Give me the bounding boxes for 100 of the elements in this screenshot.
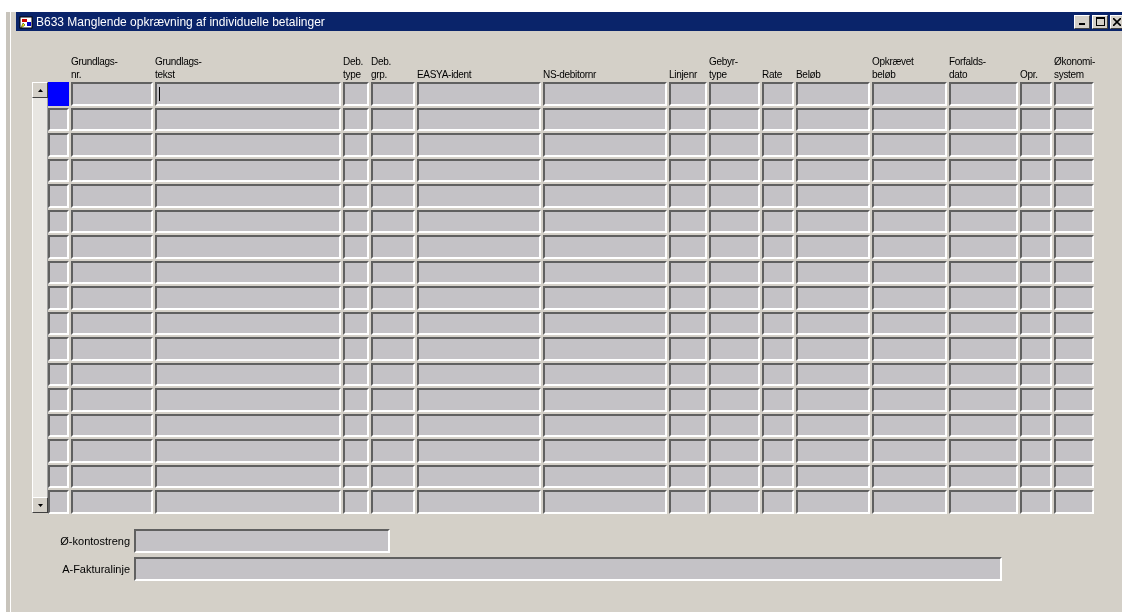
table-cell[interactable] <box>155 439 341 463</box>
table-cell[interactable] <box>796 82 870 106</box>
table-cell[interactable] <box>543 337 667 361</box>
table-cell[interactable] <box>543 133 667 157</box>
table-cell[interactable] <box>872 82 947 106</box>
scroll-up-button[interactable] <box>32 82 48 98</box>
record-indicator[interactable] <box>48 464 69 488</box>
table-cell[interactable] <box>543 235 667 259</box>
table-cell[interactable] <box>417 184 541 208</box>
table-cell[interactable] <box>872 209 947 233</box>
table-cell[interactable] <box>417 362 541 386</box>
table-cell[interactable] <box>1020 464 1052 488</box>
table-cell[interactable] <box>669 464 707 488</box>
maximize-button[interactable] <box>1092 14 1108 29</box>
table-cell[interactable] <box>949 209 1018 233</box>
table-cell[interactable] <box>669 362 707 386</box>
table-cell[interactable] <box>709 184 760 208</box>
table-cell[interactable] <box>669 184 707 208</box>
table-cell[interactable] <box>709 260 760 284</box>
table-cell[interactable] <box>71 82 153 106</box>
table-cell[interactable] <box>371 362 415 386</box>
table-cell[interactable] <box>669 286 707 310</box>
table-cell[interactable] <box>1020 235 1052 259</box>
table-cell[interactable] <box>1054 337 1094 361</box>
table-cell[interactable] <box>343 388 369 412</box>
table-cell[interactable] <box>709 158 760 182</box>
table-cell[interactable] <box>155 490 341 514</box>
table-cell[interactable] <box>71 439 153 463</box>
table-cell[interactable] <box>762 209 794 233</box>
table-cell[interactable] <box>949 107 1018 131</box>
table-cell[interactable] <box>543 184 667 208</box>
table-cell[interactable] <box>796 133 870 157</box>
table-cell[interactable] <box>949 286 1018 310</box>
table-cell[interactable] <box>1020 260 1052 284</box>
table-cell[interactable] <box>155 82 341 106</box>
record-indicator[interactable] <box>48 209 69 233</box>
table-cell[interactable] <box>949 311 1018 335</box>
table-cell[interactable] <box>371 286 415 310</box>
table-cell[interactable] <box>796 286 870 310</box>
record-indicator[interactable] <box>48 413 69 437</box>
table-cell[interactable] <box>1054 464 1094 488</box>
table-cell[interactable] <box>949 490 1018 514</box>
table-cell[interactable] <box>796 413 870 437</box>
table-cell[interactable] <box>762 311 794 335</box>
table-cell[interactable] <box>71 235 153 259</box>
table-cell[interactable] <box>796 362 870 386</box>
table-cell[interactable] <box>872 490 947 514</box>
table-cell[interactable] <box>796 184 870 208</box>
table-cell[interactable] <box>417 82 541 106</box>
table-cell[interactable] <box>343 184 369 208</box>
table-cell[interactable] <box>669 311 707 335</box>
table-cell[interactable] <box>543 388 667 412</box>
table-cell[interactable] <box>949 439 1018 463</box>
table-cell[interactable] <box>543 209 667 233</box>
table-cell[interactable] <box>709 133 760 157</box>
table-cell[interactable] <box>1054 133 1094 157</box>
table-cell[interactable] <box>872 235 947 259</box>
table-cell[interactable] <box>1054 490 1094 514</box>
table-cell[interactable] <box>343 311 369 335</box>
table-cell[interactable] <box>949 184 1018 208</box>
table-cell[interactable] <box>762 413 794 437</box>
table-cell[interactable] <box>417 464 541 488</box>
table-cell[interactable] <box>1054 235 1094 259</box>
table-cell[interactable] <box>872 158 947 182</box>
record-indicator[interactable] <box>48 362 69 386</box>
table-cell[interactable] <box>71 464 153 488</box>
table-cell[interactable] <box>71 337 153 361</box>
table-cell[interactable] <box>669 413 707 437</box>
table-cell[interactable] <box>343 235 369 259</box>
table-cell[interactable] <box>949 413 1018 437</box>
table-cell[interactable] <box>1020 413 1052 437</box>
table-cell[interactable] <box>417 260 541 284</box>
table-cell[interactable] <box>371 184 415 208</box>
table-cell[interactable] <box>872 413 947 437</box>
table-cell[interactable] <box>343 337 369 361</box>
table-cell[interactable] <box>762 439 794 463</box>
table-cell[interactable] <box>155 337 341 361</box>
table-cell[interactable] <box>709 362 760 386</box>
table-cell[interactable] <box>71 184 153 208</box>
table-cell[interactable] <box>543 311 667 335</box>
record-indicator[interactable] <box>48 388 69 412</box>
table-cell[interactable] <box>417 413 541 437</box>
record-indicator[interactable] <box>48 235 69 259</box>
table-cell[interactable] <box>1020 82 1052 106</box>
scroll-down-button[interactable] <box>32 497 48 513</box>
table-cell[interactable] <box>71 413 153 437</box>
table-cell[interactable] <box>543 413 667 437</box>
table-cell[interactable] <box>1054 311 1094 335</box>
record-indicator[interactable] <box>48 158 69 182</box>
table-cell[interactable] <box>371 82 415 106</box>
table-cell[interactable] <box>709 439 760 463</box>
table-cell[interactable] <box>669 439 707 463</box>
table-cell[interactable] <box>1020 388 1052 412</box>
table-cell[interactable] <box>1054 439 1094 463</box>
record-indicator[interactable] <box>48 311 69 335</box>
table-cell[interactable] <box>1020 107 1052 131</box>
table-cell[interactable] <box>71 362 153 386</box>
table-cell[interactable] <box>71 133 153 157</box>
table-cell[interactable] <box>1020 158 1052 182</box>
table-cell[interactable] <box>155 311 341 335</box>
